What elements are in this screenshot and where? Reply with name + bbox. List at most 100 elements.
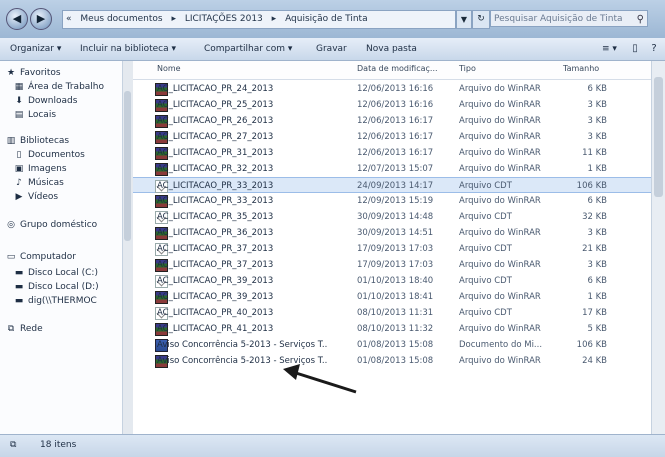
back-button[interactable]: ◀ xyxy=(6,8,28,30)
file-row[interactable]: AC_LICITACAO_PR_37_2013 17/09/2013 17:03 A… xyxy=(133,257,651,273)
address-dropdown-button[interactable]: ▼ xyxy=(456,10,472,29)
file-row[interactable]: AC_LICITACAO_PR_39_2013 01/10/2013 18:41 A… xyxy=(133,289,651,305)
file-size: 21 KB xyxy=(582,244,607,254)
nav-images[interactable]: ▣ Imagens xyxy=(12,163,67,176)
breadcrumb-separator[interactable]: ▸ xyxy=(269,14,280,24)
nav-scrollbar-thumb[interactable] xyxy=(124,91,131,241)
file-date: 08/10/2013 11:31 xyxy=(357,308,434,318)
preview-pane-button[interactable]: ▯ xyxy=(626,42,644,56)
breadcrumb-aquisicao-tinta[interactable]: Aquisição de Tinta xyxy=(282,14,371,24)
nav-documents[interactable]: ▯ Documentos xyxy=(12,149,85,162)
nav-favorites[interactable]: ★ Favoritos xyxy=(4,67,61,80)
file-size: 106 KB xyxy=(576,340,607,350)
column-name[interactable]: Nome xyxy=(157,64,181,73)
nav-videos[interactable]: ▶ Vídeos xyxy=(12,191,59,204)
file-type: Arquivo do WinRAR xyxy=(459,84,541,94)
nav-network[interactable]: ⧉ Rede xyxy=(4,323,43,336)
nav-downloads[interactable]: ⬇ Downloads xyxy=(12,95,77,108)
homegroup-icon: ◎ xyxy=(7,220,15,230)
nav-recent-places[interactable]: ▤ Locais xyxy=(12,109,56,122)
file-row[interactable]: AC_LICITACAO_PR_39_2013 01/10/2013 18:40 A… xyxy=(133,273,651,289)
file-row[interactable]: AC_LICITACAO_PR_31_2013 12/06/2013 16:17 A… xyxy=(133,145,651,161)
file-list-scrollbar[interactable] xyxy=(651,61,665,434)
file-size: 6 KB xyxy=(587,276,607,286)
nav-libraries[interactable]: ▥ Bibliotecas xyxy=(4,135,69,148)
help-button[interactable]: ? xyxy=(645,42,663,56)
file-date: 12/06/2013 16:17 xyxy=(357,132,434,142)
file-date: 12/07/2013 15:07 xyxy=(357,164,434,174)
status-bar: ⧉ 18 itens xyxy=(0,434,665,457)
file-size: 24 KB xyxy=(582,356,607,366)
file-name: AC_LICITACAO_PR_37_2013 xyxy=(157,260,274,270)
file-row[interactable]: AC_LICITACAO_PR_32_2013 12/07/2013 15:07 A… xyxy=(133,161,651,177)
file-type: Documento do Mi... xyxy=(459,340,543,350)
file-row[interactable]: AC_LICITACAO_PR_26_2013 12/06/2013 16:17 A… xyxy=(133,113,651,129)
file-list-scrollbar-thumb[interactable] xyxy=(654,77,663,197)
forward-button[interactable]: ▶ xyxy=(30,8,52,30)
share-button[interactable]: Compartilhar com ▾ xyxy=(204,42,292,56)
column-headers: Nome Data de modificaç... Tipo Tamanho xyxy=(133,61,651,80)
file-row[interactable]: AC_LICITACAO_PR_33_2013 12/09/2013 15:19 A… xyxy=(133,193,651,209)
column-type[interactable]: Tipo xyxy=(459,64,476,73)
file-type: Arquivo do WinRAR xyxy=(459,356,541,366)
file-size: 6 KB xyxy=(587,196,607,206)
file-type: Arquivo CDT xyxy=(459,181,512,191)
search-icon[interactable]: ⚲ xyxy=(637,11,644,28)
documents-icon: ▯ xyxy=(16,150,22,160)
file-name: AC_LICITACAO_PR_40_2013 xyxy=(157,308,274,318)
breadcrumb-meus-documentos[interactable]: Meus documentos xyxy=(77,14,165,24)
column-size[interactable]: Tamanho xyxy=(563,64,599,73)
music-icon: ♪ xyxy=(16,178,22,188)
file-size: 1 KB xyxy=(587,292,607,302)
computer-icon: ▭ xyxy=(6,252,16,262)
file-row[interactable]: Aviso Concorrência 5-2013 - Serviços T..… xyxy=(133,337,651,353)
nav-disk-c[interactable]: ▬ Disco Local (C:) xyxy=(12,267,98,280)
nav-homegroup[interactable]: ◎ Grupo doméstico xyxy=(4,219,97,232)
recent-places-icon: ▤ xyxy=(14,110,24,120)
search-input[interactable]: Pesquisar Aquisição de Tinta ⚲ xyxy=(490,10,648,27)
file-row[interactable]: AC_LICITACAO_PR_25_2013 12/06/2013 16:16 A… xyxy=(133,97,651,113)
new-folder-button[interactable]: Nova pasta xyxy=(366,42,417,56)
organize-button[interactable]: Organizar ▾ xyxy=(10,42,61,56)
file-list: Nome Data de modificaç... Tipo Tamanho A… xyxy=(133,61,651,434)
burn-button[interactable]: Gravar xyxy=(316,42,347,56)
file-row[interactable]: AC_LICITACAO_PR_35_2013 30/09/2013 14:48 A… xyxy=(133,209,651,225)
file-size: 11 KB xyxy=(582,148,607,158)
file-row[interactable]: Aviso Concorrência 5-2013 - Serviços T..… xyxy=(133,353,651,369)
nav-music[interactable]: ♪ Músicas xyxy=(12,177,64,190)
address-bar[interactable]: « Meus documentos ▸ LICITAÇÕES 2013 ▸ Aq… xyxy=(62,10,456,29)
file-row[interactable]: AC_LICITACAO_PR_36_2013 30/09/2013 14:51 A… xyxy=(133,225,651,241)
back-arrow-icon: ◀ xyxy=(12,12,22,25)
item-count: 18 itens xyxy=(40,440,77,450)
file-name: AC_LICITACAO_PR_27_2013 xyxy=(157,132,274,142)
include-library-button[interactable]: Incluir na biblioteca ▾ xyxy=(80,42,176,56)
breadcrumb-overflow[interactable]: « xyxy=(63,14,75,24)
nav-scrollbar[interactable] xyxy=(122,61,133,434)
breadcrumb-licitacoes[interactable]: LICITAÇÕES 2013 xyxy=(182,14,266,24)
nav-desktop[interactable]: ▦ Área de Trabalho xyxy=(12,81,104,94)
view-options-button[interactable]: ≡ ▾ xyxy=(602,42,617,56)
breadcrumb-separator[interactable]: ▸ xyxy=(168,14,179,24)
refresh-button[interactable]: ↻ xyxy=(472,10,490,29)
file-date: 12/09/2013 15:19 xyxy=(357,196,434,206)
file-row[interactable]: AC_LICITACAO_PR_33_2013 24/09/2013 14:17 A… xyxy=(133,177,651,193)
nav-network-drive[interactable]: ▬ dig(\\THERMOC xyxy=(12,295,97,308)
column-date[interactable]: Data de modificaç... xyxy=(357,64,438,73)
file-row[interactable]: AC_LICITACAO_PR_37_2013 17/09/2013 17:03 A… xyxy=(133,241,651,257)
video-icon: ▶ xyxy=(15,192,23,202)
nav-computer[interactable]: ▭ Computador xyxy=(4,251,76,264)
file-row[interactable]: AC_LICITACAO_PR_27_2013 12/06/2013 16:17 A… xyxy=(133,129,651,145)
nav-disk-d[interactable]: ▬ Disco Local (D:) xyxy=(12,281,99,294)
file-type: Arquivo do WinRAR xyxy=(459,100,541,110)
file-type: Arquivo do WinRAR xyxy=(459,116,541,126)
file-size: 5 KB xyxy=(587,324,607,334)
file-type: Arquivo CDT xyxy=(459,276,512,286)
file-date: 17/09/2013 17:03 xyxy=(357,244,434,254)
forward-arrow-icon: ▶ xyxy=(36,12,46,25)
file-row[interactable]: AC_LICITACAO_PR_41_2013 08/10/2013 11:32 A… xyxy=(133,321,651,337)
file-row[interactable]: AC_LICITACAO_PR_24_2013 12/06/2013 16:16 A… xyxy=(133,81,651,97)
file-size: 6 KB xyxy=(587,84,607,94)
desktop-icon: ▦ xyxy=(14,82,24,92)
file-type: Arquivo do WinRAR xyxy=(459,148,541,158)
file-row[interactable]: AC_LICITACAO_PR_40_2013 08/10/2013 11:31 A… xyxy=(133,305,651,321)
